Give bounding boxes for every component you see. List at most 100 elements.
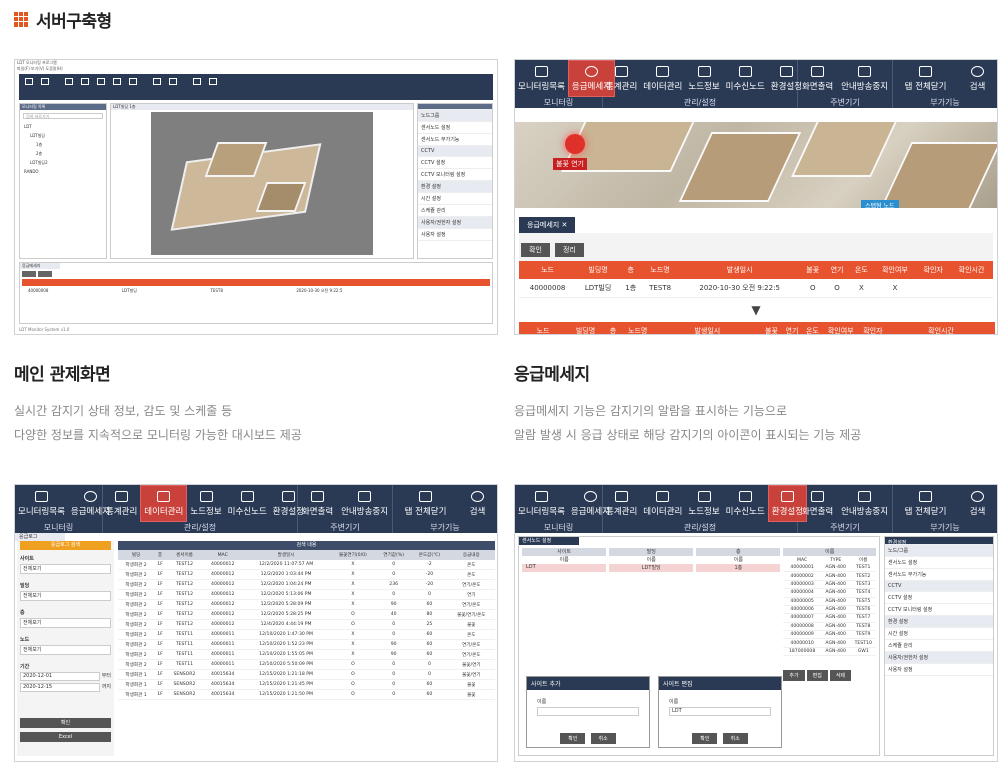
- data-button[interactable]: 데이터관리: [140, 485, 188, 522]
- print-button[interactable]: 화면출력: [799, 60, 836, 97]
- floor-row[interactable]: 1층: [696, 564, 781, 572]
- print-button[interactable]: 화면출력: [799, 485, 836, 522]
- node-button[interactable]: 노드정보: [685, 485, 722, 522]
- search-button[interactable]: 검색: [967, 485, 989, 522]
- table-row[interactable]: 40000001 AGN-400 TEST1: [783, 564, 876, 573]
- tree-item[interactable]: RANDO: [24, 167, 106, 176]
- table-row[interactable]: 학생회관 2 1F TEST12 40000012 12/2/2020 5:28:25 …: [118, 609, 495, 620]
- mute-button[interactable]: 안내방송중지: [838, 60, 891, 97]
- menu-item[interactable]: 센서노드 설정: [885, 557, 993, 569]
- menu-item[interactable]: CCTV 모니터링 설정: [885, 604, 993, 616]
- close-all-button[interactable]: 탭 전체닫기: [902, 60, 950, 97]
- right-item[interactable]: 시간 설정: [418, 193, 492, 205]
- mute-button[interactable]: 안내방송중지: [338, 485, 391, 522]
- dialog-ok-button[interactable]: 확인: [560, 733, 586, 744]
- node-select[interactable]: 전체보기: [20, 645, 111, 655]
- menu-item[interactable]: 센서노드 부가기능: [885, 569, 993, 581]
- add-button[interactable]: 추가: [783, 670, 805, 682]
- dialog-ok-button[interactable]: 확인: [692, 733, 718, 744]
- table-row[interactable]: 학생회관 2 1F TEST11 40000011 12/10/2020 5:50:09…: [118, 659, 495, 670]
- table-row[interactable]: 40000005 AGN-400 TEST5: [783, 597, 876, 606]
- menu-bar[interactable]: 파일(F) 보기(V) 도움말(H): [15, 66, 497, 72]
- confirm-button[interactable]: 확인: [521, 243, 550, 257]
- emergency-tab[interactable]: 응급메세지 ✕: [519, 217, 576, 233]
- table-row[interactable]: 학생회관 2 1F TEST12 40000012 12/2/2020 5:28:09 …: [118, 599, 495, 610]
- table-row[interactable]: 학생회관 1 1F SENSOR2 40015634 12/15/2020 1:21:4…: [118, 679, 495, 690]
- table-row[interactable]: 40000004 AGN-400 TEST4: [783, 588, 876, 598]
- tree-item[interactable]: LDT빌딩: [24, 131, 106, 140]
- stats-button[interactable]: 통계관리: [603, 60, 640, 97]
- close-all-button[interactable]: 탭 전체닫기: [902, 485, 950, 522]
- table-row[interactable]: 40000008 LDT빌딩 1층 TEST8 2020-10-30 오전 9:22:5…: [519, 279, 993, 298]
- stats-button[interactable]: 통계관리: [603, 485, 640, 522]
- monitor-list-button[interactable]: 모니터링목록: [515, 485, 568, 522]
- table-row[interactable]: 40000003 AGN-400 TEST3: [783, 580, 876, 590]
- stats-button[interactable]: 통계관리: [103, 485, 140, 522]
- site-name-input[interactable]: [537, 707, 639, 716]
- node-settings-tab[interactable]: 센서노드 설정: [519, 537, 579, 545]
- menu-item[interactable]: 사용자 설정: [885, 664, 993, 676]
- date-from-input[interactable]: 2020-12-01: [20, 672, 100, 681]
- tree-item[interactable]: LDT: [24, 122, 106, 131]
- right-item[interactable]: CCTV 설정: [418, 157, 492, 169]
- table-row[interactable]: 학생회관 2 1F TEST12 40000012 12/2/2020 1:03:44 …: [118, 569, 495, 580]
- map-tab[interactable]: LDT빌딩 1층: [111, 104, 413, 110]
- missing-node-button[interactable]: 미수신노드: [723, 485, 768, 522]
- site-select[interactable]: 전체보기: [20, 564, 111, 574]
- delete-button[interactable]: 삭제: [829, 670, 852, 682]
- close-icon[interactable]: ✕: [561, 221, 567, 229]
- building-row[interactable]: LDT빌딩: [609, 564, 694, 572]
- floor-select[interactable]: 전체보기: [20, 618, 111, 628]
- table-row[interactable]: 40000007 AGN-400 TEST7: [783, 613, 876, 623]
- node-button[interactable]: 노드정보: [685, 60, 722, 97]
- table-row[interactable]: 40000009 AGN-400 TEST9: [783, 630, 876, 640]
- table-row[interactable]: 40000010 AGN-400 TEST10: [783, 638, 876, 648]
- search-button[interactable]: 검색: [967, 60, 989, 97]
- right-item[interactable]: CCTV 모니터링 설정: [418, 169, 492, 181]
- table-row[interactable]: 학생회관 2 1F TEST11 40000011 12/10/2020 1:52:23…: [118, 639, 495, 650]
- menu-item[interactable]: 시간 설정: [885, 628, 993, 640]
- tree-item[interactable]: 1층: [24, 140, 106, 149]
- table-row[interactable]: 학생회관 1 1F SENSOR2 40015634 12/15/2020 1:21:1…: [118, 669, 495, 680]
- tree-search[interactable]: 검색 바로가기: [23, 113, 103, 119]
- right-item[interactable]: 센서노드 설정: [418, 122, 492, 134]
- tree-item[interactable]: 2층: [24, 149, 106, 158]
- table-row[interactable]: 40000008 AGN-400 TEST8: [783, 622, 876, 632]
- bottom-tab[interactable]: 응급메세지: [20, 263, 60, 269]
- right-item[interactable]: 스케쥴 관리: [418, 205, 492, 217]
- monitor-list-button[interactable]: 모니터링목록: [15, 485, 68, 522]
- menu-item[interactable]: CCTV 설정: [885, 592, 993, 604]
- monitor-list-button[interactable]: 모니터링목록: [515, 60, 568, 97]
- table-row[interactable]: 187000008 AGN-400 GW1: [783, 647, 876, 657]
- dialog-cancel-button[interactable]: 취소: [722, 733, 748, 744]
- node-button[interactable]: 노드정보: [187, 485, 224, 522]
- table-row[interactable]: 학생회관 2 1F TEST11 40000011 12/10/2020 1:55:05…: [118, 649, 495, 660]
- table-row[interactable]: 40000006 AGN-400 TEST6: [783, 605, 876, 615]
- fire-alarm-icon[interactable]: [565, 134, 585, 154]
- search-log-button[interactable]: 응급로그 검색: [20, 541, 111, 550]
- mute-button[interactable]: 안내방송중지: [838, 485, 891, 522]
- excel-button[interactable]: Excel: [20, 732, 111, 742]
- right-item[interactable]: 센서노드 부가기능: [418, 134, 492, 146]
- table-row[interactable]: 학생회관 2 1F TEST12 40000012 12/2/2020 1:04:24 …: [118, 579, 495, 590]
- dialog-cancel-button[interactable]: 취소: [590, 733, 616, 744]
- site-name-input[interactable]: LDT: [669, 707, 771, 716]
- table-row[interactable]: 학생회관 1 1F SENSOR2 40015634 12/15/2020 1:21:5…: [118, 689, 495, 700]
- ok-button[interactable]: 확인: [20, 718, 111, 728]
- env-tab[interactable]: 환경설정: [885, 537, 993, 546]
- table-row[interactable]: 학생회관 2 1F TEST12 40000012 12/4/2020 4:44:19 …: [118, 619, 495, 630]
- data-button[interactable]: 데이터관리: [640, 60, 685, 97]
- building-select[interactable]: 전체보기: [20, 591, 111, 601]
- table-row[interactable]: 학생회관 2 1F TEST12 40000012 12/2/2020 11:07:57…: [118, 560, 495, 570]
- table-row[interactable]: 40000002 AGN-400 TEST2: [783, 571, 876, 581]
- search-button[interactable]: 검색: [467, 485, 489, 522]
- right-item[interactable]: 사용자 설정: [418, 229, 492, 241]
- print-button[interactable]: 화면출력: [299, 485, 336, 522]
- menu-item[interactable]: 스케쥴 관리: [885, 640, 993, 652]
- missing-node-button[interactable]: 미수신노드: [723, 60, 768, 97]
- tree-item[interactable]: LDT빌딩2: [24, 158, 106, 167]
- clear-button[interactable]: 정리: [554, 243, 584, 257]
- log-tab[interactable]: 응급로그: [15, 533, 65, 541]
- table-row[interactable]: 학생회관 2 1F TEST12 40000012 12/2/2020 5:13:06 …: [118, 589, 495, 600]
- date-to-input[interactable]: 2020-12-15: [20, 683, 100, 692]
